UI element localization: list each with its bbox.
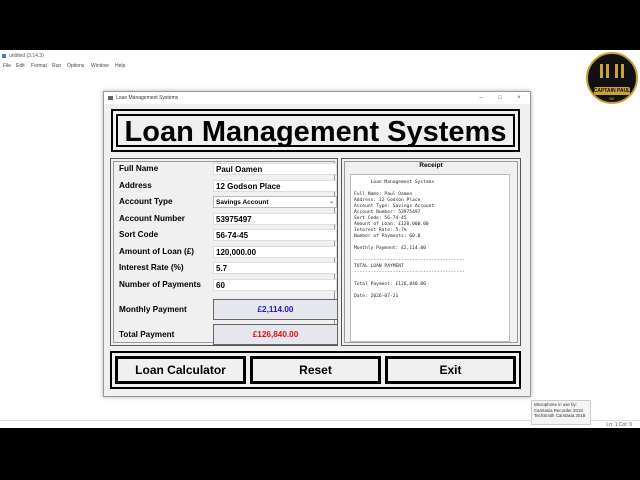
monthly-payment-output: £2,114.00	[213, 299, 338, 320]
account-number-label: Account Number	[119, 214, 185, 223]
num-payments-row: Number of Payments 60	[119, 279, 339, 291]
address-label: Address	[119, 181, 152, 190]
feather-icon	[108, 96, 113, 100]
receipt-line: Monthly Payment: £2,114.00	[354, 246, 426, 251]
receipt-line: Loan Management Systems	[354, 180, 435, 185]
window-titlebar: Loan Management Systems – □ ×	[104, 92, 530, 104]
receipt-line: Date: 2026-07-21	[354, 294, 399, 299]
interest-rate-label: Interest Rate (%)	[119, 263, 184, 272]
account-number-row: Account Number 53975497	[119, 213, 339, 225]
logo-text: CAPTAIN PAUL	[593, 88, 631, 94]
account-type-value: Savings Account	[216, 199, 269, 206]
logo-subtext: BE	[609, 96, 615, 101]
monthly-payment-label: Monthly Payment	[119, 305, 187, 314]
window-title: Loan Management Systems	[116, 95, 179, 101]
full-name-field[interactable]: Paul Oamen	[213, 163, 337, 175]
menu-run[interactable]: Run	[52, 62, 61, 70]
total-payment-label: Total Payment	[119, 330, 175, 339]
sort-code-field[interactable]: 56-74-45	[213, 229, 337, 241]
receipt-line: Number of Payments: 60.0	[354, 234, 421, 239]
num-payments-label: Number of Payments	[119, 280, 201, 289]
receipt-line: ----------------------------------------	[354, 270, 465, 275]
menu-format[interactable]: Format	[31, 62, 47, 70]
exit-button[interactable]: Exit	[385, 356, 516, 384]
account-type-select[interactable]: Savings Account ⌄	[213, 196, 337, 208]
editor-titlebar: untitled (3.14.3)	[0, 50, 640, 62]
receipt-textbox[interactable]: Loan Management Systems Full Name: Paul O…	[350, 174, 510, 342]
receipt-heading: Receipt	[419, 162, 443, 169]
address-row: Address 12 Godson Place	[119, 180, 339, 192]
loan-amount-field[interactable]: 120,000.00	[213, 246, 337, 258]
maximize-button[interactable]: □	[495, 92, 505, 104]
page-title: Loan Management Systems	[124, 116, 507, 148]
loan-amount-row: Amount of Loan (£) 120,000.00	[119, 246, 339, 258]
close-button[interactable]: ×	[514, 92, 524, 104]
minimize-button[interactable]: –	[476, 92, 486, 104]
python-icon	[2, 54, 6, 58]
full-name-label: Full Name	[119, 164, 159, 173]
num-payments-field[interactable]: 60	[213, 279, 337, 291]
address-field[interactable]: 12 Godson Place	[213, 180, 337, 192]
account-number-field[interactable]: 53975497	[213, 213, 337, 225]
heading-frame: Loan Management Systems	[111, 109, 520, 152]
sort-code-row: Sort Code 56-74-45	[119, 229, 339, 241]
receipt-panel: Receipt Loan Management Systems Full Name…	[341, 158, 521, 346]
button-bar: Loan Calculator Reset Exit	[110, 351, 521, 389]
loan-amount-label: Amount of Loan (£)	[119, 247, 195, 256]
total-payment-row: Total Payment £126,840.00	[119, 324, 339, 345]
chevron-down-icon[interactable]: ⌄	[329, 197, 334, 208]
editor-menubar: File Edit Format Run Options Window Help	[0, 62, 640, 70]
receipt-line: Total Payment: £126,840.00	[354, 282, 426, 287]
interest-rate-field[interactable]: 5.7	[213, 262, 337, 274]
menu-edit[interactable]: Edit	[16, 62, 25, 70]
editor-title: untitled (3.14.3)	[9, 53, 44, 59]
interest-rate-row: Interest Rate (%) 5.7	[119, 262, 339, 274]
reset-button[interactable]: Reset	[250, 356, 381, 384]
account-type-row: Account Type Savings Account ⌄	[119, 196, 339, 208]
full-name-row: Full Name Paul Oamen	[119, 163, 339, 175]
menu-help[interactable]: Help	[115, 62, 125, 70]
total-payment-output: £126,840.00	[213, 324, 338, 345]
monthly-payment-row: Monthly Payment £2,114.00	[119, 299, 339, 320]
loan-form-panel: Full Name Paul Oamen Address 12 Godson P…	[110, 158, 338, 346]
menu-options[interactable]: Options	[67, 62, 84, 70]
menu-window[interactable]: Window	[91, 62, 109, 70]
notice-line: TechSmith Camtasia 2018	[534, 413, 586, 419]
microphone-notice: Microphone in use by: Camtasia Recorder …	[531, 400, 591, 425]
sort-code-label: Sort Code	[119, 230, 159, 239]
loan-app-window: Loan Management Systems – □ × Loan Manag…	[103, 91, 531, 397]
loan-calculator-button[interactable]: Loan Calculator	[115, 356, 246, 384]
captain-paul-logo: CAPTAIN PAUL BE	[586, 52, 638, 104]
menu-file[interactable]: File	[3, 62, 11, 70]
account-type-label: Account Type	[119, 197, 173, 206]
cursor-position: Ln: 1 Col: 0	[606, 422, 632, 428]
